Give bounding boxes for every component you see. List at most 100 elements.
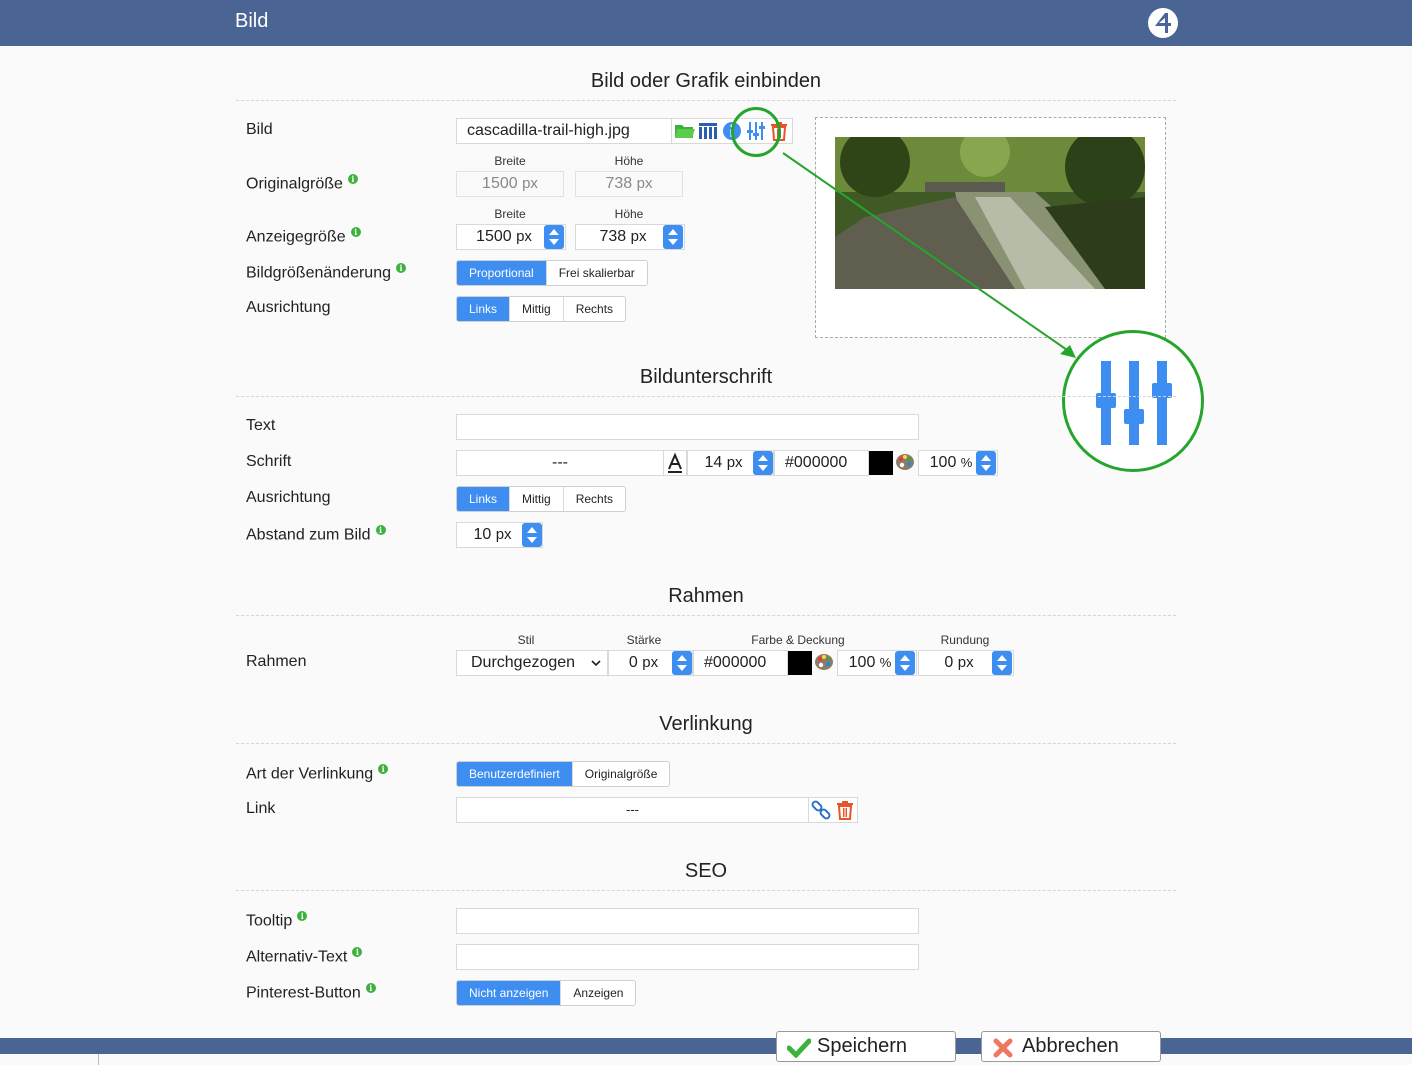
info-icon[interactable]: i bbox=[352, 947, 363, 957]
display-size-label: Anzeigegröße i bbox=[246, 227, 361, 246]
caption-font-select[interactable]: --- bbox=[456, 450, 664, 476]
caption-text-label: Text bbox=[246, 417, 276, 434]
font-style-button[interactable] bbox=[663, 450, 687, 476]
image-align-label: Ausrichtung bbox=[246, 299, 331, 316]
cancel-label: Abbrechen bbox=[1022, 1035, 1119, 1057]
resize-proportional-button[interactable]: Proportional bbox=[457, 261, 546, 285]
original-height-field: 738 px bbox=[575, 171, 683, 197]
section-title-seo: SEO bbox=[684, 860, 728, 882]
caption-align-left-button[interactable]: Links bbox=[457, 487, 510, 511]
info-icon[interactable]: i bbox=[375, 525, 386, 535]
font-icon bbox=[668, 452, 682, 473]
caption-align-center-button[interactable]: Mittig bbox=[509, 487, 563, 511]
palette-icon[interactable] bbox=[894, 451, 916, 473]
title-bar: Bild bbox=[0, 0, 1412, 46]
app-logo bbox=[1148, 8, 1178, 38]
section-title-image: Bild oder Grafik einbinden bbox=[590, 70, 822, 92]
display-height-stepper[interactable] bbox=[663, 225, 683, 249]
align-right-button[interactable]: Rechts bbox=[562, 297, 625, 321]
pinterest-toggle: Nicht anzeigen Anzeigen bbox=[456, 980, 637, 1006]
border-width-stepper[interactable] bbox=[672, 651, 692, 675]
caption-font-size-stepper[interactable] bbox=[753, 451, 773, 475]
info-icon[interactable]: i bbox=[347, 174, 358, 184]
chevron-down-icon bbox=[591, 660, 601, 667]
save-button[interactable]: Speichern bbox=[776, 1031, 956, 1062]
close-icon bbox=[993, 1038, 1013, 1058]
border-radius-stepper[interactable] bbox=[992, 651, 1012, 675]
caption-color-swatch[interactable] bbox=[869, 451, 893, 475]
window-title: Bild bbox=[235, 10, 269, 32]
trash-icon[interactable] bbox=[834, 799, 856, 821]
align-center-button[interactable]: Mittig bbox=[509, 297, 563, 321]
callout-arrow bbox=[782, 152, 1076, 358]
border-color-swatch[interactable] bbox=[788, 651, 812, 675]
pinterest-hide-button[interactable]: Nicht anzeigen bbox=[457, 981, 561, 1005]
tooltip-input[interactable] bbox=[456, 908, 919, 934]
link-input[interactable]: --- bbox=[456, 797, 809, 823]
resize-label: Bildgrößenänderung i bbox=[246, 263, 406, 282]
caption-align-right-button[interactable]: Rechts bbox=[562, 487, 625, 511]
info-icon[interactable]: i bbox=[350, 227, 361, 237]
info-icon[interactable]: i bbox=[396, 263, 406, 273]
palette-icon[interactable] bbox=[813, 651, 835, 673]
alt-text-input[interactable] bbox=[456, 944, 919, 970]
gallery-icon[interactable] bbox=[697, 120, 719, 142]
display-height-label: Höhe bbox=[614, 207, 644, 221]
resize-free-button[interactable]: Frei skalierbar bbox=[545, 261, 647, 285]
border-label: Rahmen bbox=[246, 653, 307, 670]
separator bbox=[236, 396, 1176, 397]
separator bbox=[236, 100, 1176, 101]
caption-align-label: Ausrichtung bbox=[246, 489, 331, 506]
display-width-label: Breite bbox=[494, 207, 526, 221]
adjust-icon-callout bbox=[1062, 330, 1204, 472]
border-width-label: Stärke bbox=[626, 633, 662, 647]
caption-distance-stepper[interactable] bbox=[522, 523, 542, 547]
image-label: Bild bbox=[246, 121, 273, 138]
link-type-toggle: Benutzerdefiniert Originalgröße bbox=[456, 761, 671, 787]
divider bbox=[98, 1054, 99, 1065]
resize-toggle: Proportional Frei skalierbar bbox=[456, 260, 648, 286]
border-color-input[interactable]: #000000 bbox=[693, 650, 788, 676]
info-icon[interactable]: i bbox=[297, 911, 308, 921]
original-height-label: Höhe bbox=[614, 154, 644, 168]
link-label: Link bbox=[246, 800, 276, 817]
cancel-button[interactable]: Abbrechen bbox=[981, 1031, 1161, 1062]
save-label: Speichern bbox=[817, 1035, 908, 1057]
display-width-stepper[interactable] bbox=[544, 225, 564, 249]
link-custom-button[interactable]: Benutzerdefiniert bbox=[457, 762, 572, 786]
original-size-label: Originalgröße i bbox=[246, 174, 358, 193]
image-filename-input[interactable]: cascadilla-trail-high.jpg bbox=[456, 118, 672, 144]
tooltip-label: Tooltip i bbox=[246, 911, 308, 930]
footer-bar bbox=[0, 1038, 1412, 1054]
info-icon[interactable]: i bbox=[378, 764, 389, 774]
border-style-label: Stil bbox=[517, 633, 535, 647]
caption-text-input[interactable] bbox=[456, 414, 919, 440]
caption-align-toggle: Links Mittig Rechts bbox=[456, 486, 627, 512]
align-left-button[interactable]: Links bbox=[457, 297, 510, 321]
border-color-label: Farbe & Deckung bbox=[751, 633, 845, 647]
link-original-button[interactable]: Originalgröße bbox=[571, 762, 670, 786]
folder-icon[interactable] bbox=[674, 120, 696, 142]
section-title-caption: Bildunterschrift bbox=[639, 366, 773, 388]
adjust-icon bbox=[1096, 361, 1172, 445]
caption-distance-label: Abstand zum Bild i bbox=[246, 525, 386, 544]
border-style-select[interactable]: Durchgezogen bbox=[456, 650, 608, 676]
section-title-link: Verlinkung bbox=[659, 713, 753, 735]
separator bbox=[236, 615, 1176, 616]
caption-color-input[interactable]: #000000 bbox=[774, 450, 869, 476]
original-width-field: 1500 px bbox=[456, 171, 564, 197]
pinterest-label: Pinterest-Button i bbox=[246, 983, 376, 1002]
pinterest-show-button[interactable]: Anzeigen bbox=[560, 981, 635, 1005]
link-type-label: Art der Verlinkung i bbox=[246, 764, 389, 783]
highlight-circle bbox=[731, 107, 781, 157]
section-title-border: Rahmen bbox=[668, 585, 744, 607]
separator bbox=[236, 890, 1176, 891]
image-align-toggle: Links Mittig Rechts bbox=[456, 296, 627, 322]
alt-text-label: Alternativ-Text i bbox=[246, 947, 363, 966]
info-icon[interactable]: i bbox=[365, 983, 376, 993]
separator bbox=[236, 743, 1176, 744]
caption-opacity-stepper[interactable] bbox=[976, 451, 996, 475]
border-opacity-stepper[interactable] bbox=[895, 651, 915, 675]
original-width-label: Breite bbox=[494, 154, 526, 168]
link-icon[interactable] bbox=[810, 799, 832, 821]
